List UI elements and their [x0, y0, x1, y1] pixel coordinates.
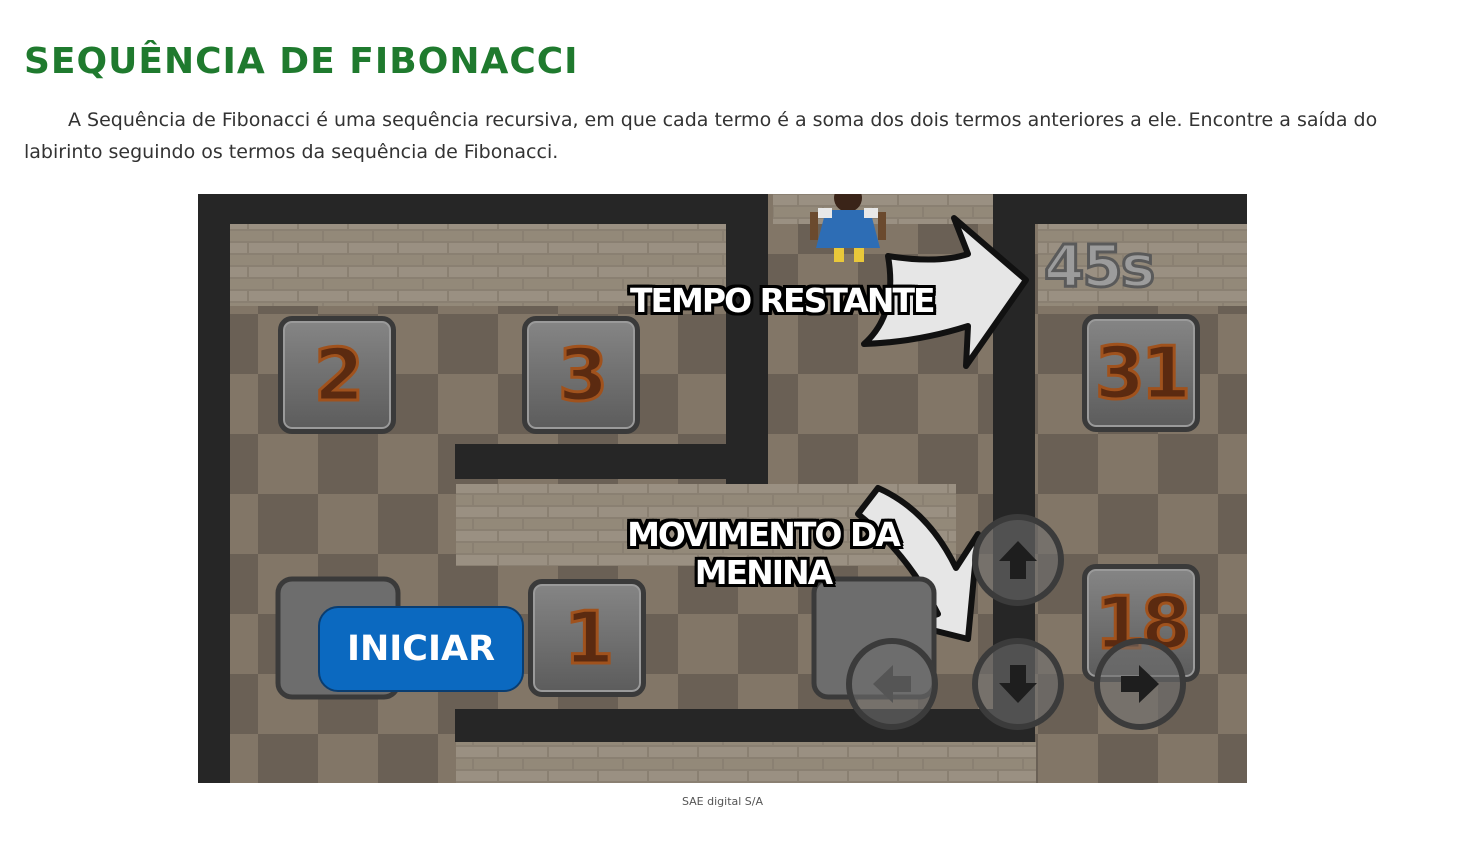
- right-arrow-icon: [1121, 665, 1159, 703]
- image-credit: SAE digital S/A: [681, 795, 764, 808]
- start-button[interactable]: INICIAR: [318, 606, 524, 692]
- move-up-button[interactable]: [972, 514, 1064, 606]
- left-arrow-icon: [873, 665, 911, 703]
- movement-label: MOVIMENTO DA MENINA: [618, 516, 908, 592]
- tile-number: 31: [1093, 330, 1192, 417]
- movement-label-line1: MOVIMENTO DA: [627, 515, 901, 554]
- time-remaining-label: TEMPO RESTANTE: [630, 281, 935, 320]
- number-tile: 1: [528, 579, 646, 697]
- number-tile: 3: [522, 316, 640, 434]
- page-title: SEQUÊNCIA DE FIBONACCI: [24, 41, 579, 82]
- movement-label-line2: MENINA: [694, 553, 833, 592]
- maze-game[interactable]: 45s 2 3 31 1 18 TEMPO RESTANTE MOVIMENTO…: [198, 194, 1247, 783]
- tile-number: 1: [562, 595, 615, 682]
- number-tile: 31: [1082, 314, 1200, 432]
- number-tile: 2: [278, 316, 396, 434]
- move-left-button[interactable]: [846, 638, 938, 730]
- down-arrow-icon: [999, 665, 1037, 703]
- move-right-button[interactable]: [1094, 638, 1186, 730]
- tile-number: 2: [312, 332, 365, 419]
- move-down-button[interactable]: [972, 638, 1064, 730]
- intro-paragraph: A Sequência de Fibonacci é uma sequência…: [24, 109, 1378, 163]
- tile-number: 3: [556, 332, 609, 419]
- time-remaining: 45s: [1042, 231, 1156, 302]
- up-arrow-icon: [999, 541, 1037, 579]
